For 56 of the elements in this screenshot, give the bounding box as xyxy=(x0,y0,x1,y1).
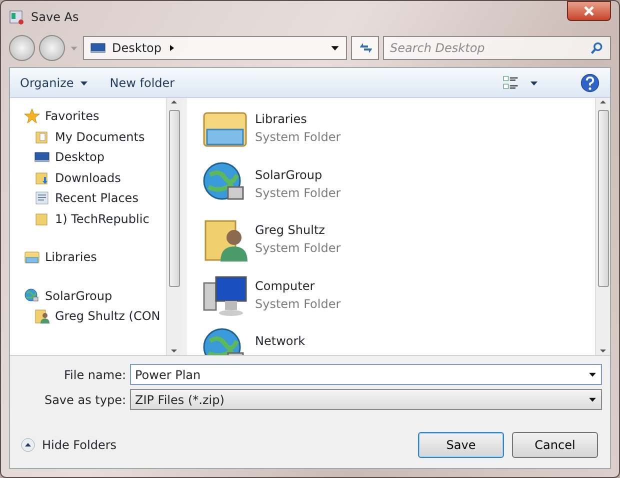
file-item[interactable]: Libraries System Folder xyxy=(201,104,595,160)
file-type-dropdown[interactable]: ZIP Files (*.zip) xyxy=(130,389,602,410)
refresh-button[interactable] xyxy=(351,36,379,60)
sidebar-group[interactable]: SolarGroup xyxy=(24,286,166,306)
file-item[interactable]: Greg Shultz System Folder xyxy=(201,215,595,270)
recent-places-icon xyxy=(34,190,50,206)
scroll-down-icon xyxy=(170,347,178,355)
star-icon xyxy=(24,108,40,124)
forward-button[interactable] xyxy=(39,35,65,61)
dropdown-arrow-icon xyxy=(330,43,340,53)
collapse-icon xyxy=(20,437,36,453)
view-button[interactable] xyxy=(502,74,538,92)
hide-folders-button[interactable]: Hide Folders xyxy=(20,436,117,454)
window-title: Save As xyxy=(31,9,79,26)
sidebar-item[interactable]: Greg Shultz (CON xyxy=(24,306,166,326)
sidebar-item[interactable]: Recent Places xyxy=(24,188,166,208)
caret-icon xyxy=(80,78,88,86)
sidebar-group[interactable]: Favorites xyxy=(24,106,166,126)
help-icon[interactable] xyxy=(580,72,600,92)
close-icon xyxy=(583,5,595,17)
scroll-bar[interactable] xyxy=(595,98,610,355)
sidebar-item[interactable]: My Documents xyxy=(24,126,166,147)
field-label: File name: xyxy=(63,366,126,384)
caret-icon xyxy=(530,78,538,86)
sidebar-item[interactable]: Downloads xyxy=(24,168,166,188)
organize-menu[interactable]: Organize xyxy=(20,74,88,92)
view-list-icon xyxy=(502,74,520,92)
window-icon xyxy=(9,9,25,25)
field-label: Save as type: xyxy=(43,392,126,408)
new-folder-button[interactable]: New folder xyxy=(110,74,175,92)
library-icon xyxy=(24,249,40,266)
dropdown-arrow-icon xyxy=(588,370,597,379)
search-placeholder: Search Desktop xyxy=(390,40,485,57)
close-button[interactable] xyxy=(567,1,611,21)
dropdown-arrow-icon xyxy=(588,395,597,404)
globe-icon xyxy=(24,288,40,304)
downloads-icon xyxy=(34,170,50,186)
sidebar-group[interactable]: Libraries xyxy=(24,247,166,268)
folder-icon xyxy=(34,210,50,227)
address-bar[interactable]: Desktop xyxy=(83,36,347,60)
scroll-down-icon xyxy=(599,347,607,355)
file-item[interactable]: Computer System Folder xyxy=(201,270,595,326)
user-icon xyxy=(34,308,50,324)
scroll-bar[interactable] xyxy=(166,98,181,355)
desktop-icon xyxy=(90,40,106,56)
folder-icon xyxy=(34,128,50,145)
sidebar-item[interactable]: 1) TechRepublic xyxy=(24,208,166,229)
back-button[interactable] xyxy=(9,35,35,61)
address-location[interactable]: Desktop xyxy=(112,39,162,57)
search-icon xyxy=(590,41,604,55)
file-item[interactable]: SolarGroup System Folder xyxy=(201,160,595,215)
save-button[interactable]: Save xyxy=(418,432,504,458)
arrow-right-icon xyxy=(168,44,176,52)
cancel-button[interactable]: Cancel xyxy=(512,432,598,458)
sidebar-item[interactable]: Desktop xyxy=(24,147,166,168)
file-name-field[interactable]: Power Plan xyxy=(130,364,602,385)
